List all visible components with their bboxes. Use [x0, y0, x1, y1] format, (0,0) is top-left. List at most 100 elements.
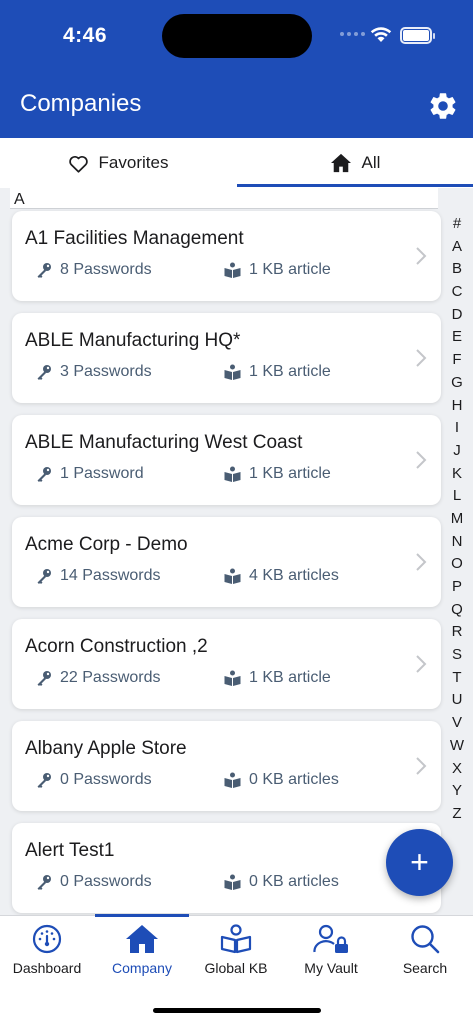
index-letter[interactable]: K: [446, 463, 468, 486]
tab-favorites[interactable]: Favorites: [0, 138, 236, 188]
page-title: Companies: [20, 90, 142, 117]
gear-icon[interactable]: [427, 90, 459, 122]
index-letter[interactable]: W: [446, 735, 468, 758]
index-letter[interactable]: F: [446, 349, 468, 372]
kb-count: 1 KB article: [224, 363, 331, 381]
kb-count: 4 KB articles: [224, 567, 339, 585]
index-letter[interactable]: G: [446, 372, 468, 395]
kb-count: 1 KB article: [224, 261, 331, 279]
user-lock-icon: [313, 924, 348, 953]
key-icon: [37, 263, 51, 278]
tab-dashboard[interactable]: Dashboard: [0, 924, 94, 984]
battery-icon: [400, 27, 435, 44]
kb-count: 0 KB articles: [224, 771, 339, 789]
add-company-button[interactable]: +: [386, 829, 453, 896]
index-letter[interactable]: V: [446, 712, 468, 735]
index-letter[interactable]: P: [446, 576, 468, 599]
index-letter[interactable]: M: [446, 508, 468, 531]
kb-count: 1 KB article: [224, 669, 331, 687]
tab-global-kb[interactable]: Global KB: [189, 924, 283, 984]
tab-all-label: All: [361, 153, 381, 172]
search-icon: [411, 925, 440, 954]
index-letter[interactable]: D: [446, 304, 468, 327]
index-letter[interactable]: Q: [446, 599, 468, 622]
heart-icon: [68, 155, 88, 173]
index-letter[interactable]: #: [446, 213, 468, 236]
kb-label: 0 KB articles: [249, 771, 339, 788]
book-icon: [224, 670, 241, 686]
tab-all-indicator: [237, 184, 473, 187]
company-card[interactable]: A1 Facilities Management 8 Passwords 1 K…: [12, 211, 441, 301]
tab-all[interactable]: All: [237, 138, 473, 188]
kb-count: 1 KB article: [224, 465, 331, 483]
key-icon: [37, 671, 51, 686]
company-card[interactable]: Acme Corp - Demo 14 Passwords 4 KB artic…: [12, 517, 441, 607]
chevron-right-icon: [416, 349, 427, 367]
passwords-label: 22 Passwords: [60, 669, 161, 686]
index-letter[interactable]: O: [446, 553, 468, 576]
tab-my-vault[interactable]: My Vault: [284, 924, 378, 984]
company-name: Acme Corp - Demo: [25, 534, 188, 555]
home-icon: [330, 153, 351, 173]
tab-company[interactable]: Company: [95, 924, 189, 984]
chevron-right-icon: [416, 451, 427, 469]
company-name: ABLE Manufacturing West Coast: [25, 432, 303, 453]
key-icon: [37, 569, 51, 584]
chevron-right-icon: [416, 553, 427, 571]
active-tab-indicator: [95, 914, 189, 917]
index-letter[interactable]: J: [446, 440, 468, 463]
book-reader-icon: [220, 924, 252, 954]
company-card[interactable]: ABLE Manufacturing HQ* 3 Passwords 1 KB …: [12, 313, 441, 403]
chevron-right-icon: [416, 757, 427, 775]
passwords-label: 8 Passwords: [60, 261, 152, 278]
company-card[interactable]: Albany Apple Store 0 Passwords 0 KB arti…: [12, 721, 441, 811]
book-icon: [224, 772, 241, 788]
passwords-label: 1 Password: [60, 465, 144, 482]
dynamic-island: [162, 14, 312, 58]
book-icon: [224, 466, 241, 482]
index-letter[interactable]: C: [446, 281, 468, 304]
tab-search-label: Search: [402, 960, 448, 976]
tab-my-vault-label: My Vault: [304, 960, 358, 976]
company-name: Acorn Construction ,2: [25, 636, 208, 657]
index-letter[interactable]: Y: [446, 780, 468, 803]
index-letter[interactable]: H: [446, 395, 468, 418]
book-icon: [224, 364, 241, 380]
index-letter[interactable]: B: [446, 258, 468, 281]
tab-search[interactable]: Search: [378, 924, 472, 984]
index-letter[interactable]: R: [446, 621, 468, 644]
tab-dashboard-label: Dashboard: [12, 960, 82, 976]
index-letter[interactable]: E: [446, 326, 468, 349]
section-letter: A: [14, 191, 25, 208]
passwords-label: 0 Passwords: [60, 771, 152, 788]
index-letter[interactable]: L: [446, 485, 468, 508]
passwords-label: 0 Passwords: [60, 873, 152, 890]
segment-control: Favorites All: [0, 138, 473, 188]
key-icon: [37, 875, 51, 890]
kb-label: 1 KB article: [249, 669, 331, 686]
index-letter[interactable]: I: [446, 417, 468, 440]
company-card[interactable]: ABLE Manufacturing West Coast 1 Password…: [12, 415, 441, 505]
book-icon: [224, 262, 241, 278]
tab-global-kb-label: Global KB: [204, 960, 268, 976]
book-icon: [224, 874, 241, 890]
key-icon: [37, 773, 51, 788]
passwords-count: 22 Passwords: [36, 669, 161, 687]
kb-label: 4 KB articles: [249, 567, 339, 584]
book-icon: [224, 568, 241, 584]
kb-label: 1 KB article: [249, 261, 331, 278]
index-letter[interactable]: N: [446, 531, 468, 554]
index-letter[interactable]: A: [446, 236, 468, 259]
chevron-right-icon: [416, 655, 427, 673]
alphabet-index[interactable]: # A B C D E F G H I J K L M N O P Q R S …: [446, 213, 468, 826]
tab-favorites-label: Favorites: [98, 153, 169, 172]
index-letter[interactable]: U: [446, 689, 468, 712]
index-letter[interactable]: Z: [446, 803, 468, 826]
company-card[interactable]: Alert Test1 0 Passwords 0 KB articles: [12, 823, 441, 913]
index-letter[interactable]: X: [446, 758, 468, 781]
index-letter[interactable]: T: [446, 667, 468, 690]
passwords-count: 3 Passwords: [36, 363, 152, 381]
company-card[interactable]: Acorn Construction ,2 22 Passwords 1 KB …: [12, 619, 441, 709]
company-name: A1 Facilities Management: [25, 228, 244, 249]
index-letter[interactable]: S: [446, 644, 468, 667]
